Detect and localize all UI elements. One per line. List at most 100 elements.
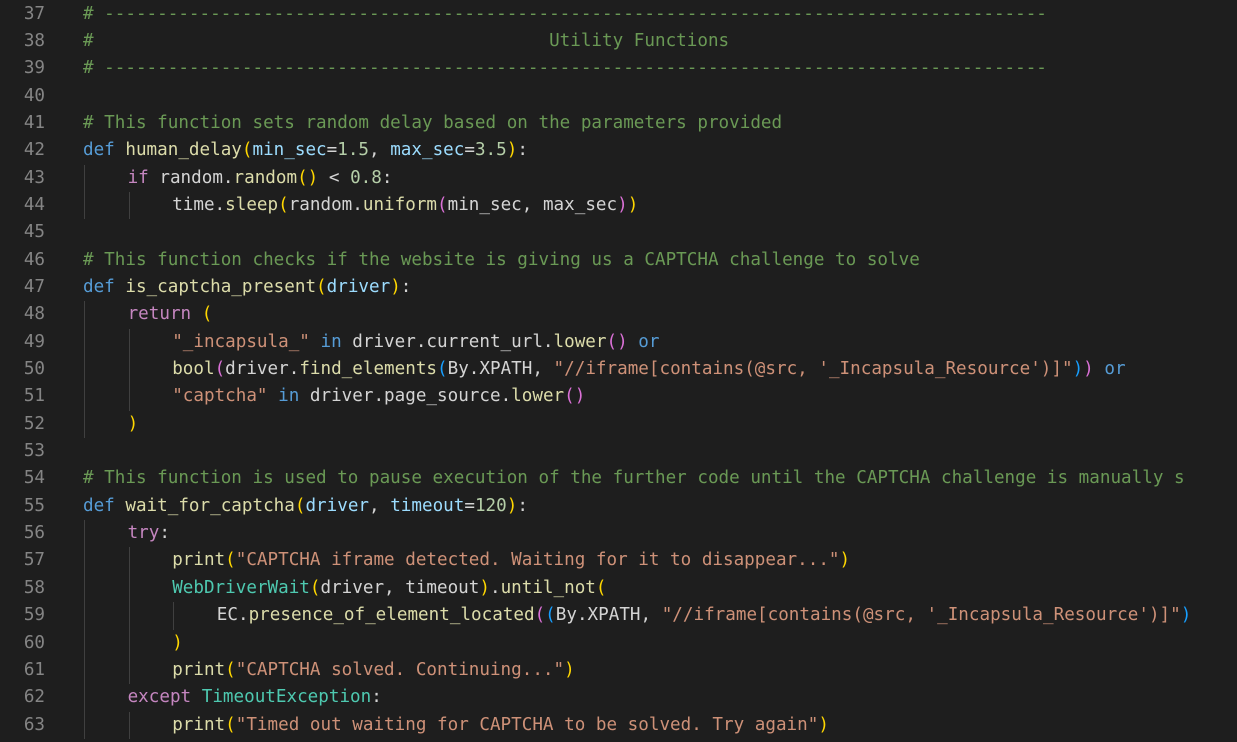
code-line[interactable]: 57 print("CAPTCHA iframe detected. Waitin…: [0, 547, 1237, 575]
indent-guide: [84, 164, 85, 192]
code-line[interactable]: 62 except TimeoutException:: [0, 684, 1237, 712]
code-token: TimeoutException: [201, 687, 372, 708]
code-line[interactable]: 52): [0, 410, 1237, 439]
code-token: human_delay: [125, 140, 242, 161]
code-token: ): [818, 714, 829, 735]
code-token: (: [534, 605, 546, 626]
code-line[interactable]: 37 # ------------------------------------…: [0, 1, 1237, 28]
code-token: 120: [474, 495, 507, 516]
indent-guide: [173, 602, 175, 630]
code-token: "captcha": [172, 386, 268, 407]
indent-guide: [84, 629, 85, 657]
line-number: 57: [23, 550, 45, 571]
code-line[interactable]: 60): [0, 629, 1237, 657]
code-text: print("CAPTCHA iframe detected. Waiting …: [172, 547, 850, 574]
code-token: (: [278, 195, 289, 215]
code-token: min_sec, max_sec: [447, 195, 618, 215]
indent-guide: [84, 711, 85, 739]
code-token: (: [214, 359, 226, 380]
indent-guide: [84, 602, 85, 630]
code-token: random.: [288, 195, 363, 215]
code-token: (: [309, 577, 321, 598]
code-token: random: [233, 167, 298, 188]
code-token: # --------------------------------------…: [83, 58, 1047, 79]
code-token: print: [172, 550, 226, 571]
code-text: "captcha" in driver.page_source.lower(): [172, 383, 585, 410]
code-token: ,: [369, 495, 391, 516]
code-token: :: [400, 277, 412, 298]
code-line[interactable]: 61 print("CAPTCHA solved. Continuing..."): [0, 656, 1237, 685]
code-token: driver: [326, 277, 391, 298]
code-token: :: [517, 140, 528, 161]
code-text: if random.random() < 0.8:: [128, 165, 393, 192]
code-token: min_sec: [252, 140, 327, 161]
code-token: =: [326, 140, 338, 161]
code-token: :: [517, 495, 528, 516]
code-token: in: [320, 331, 342, 352]
indent-guide: [128, 656, 130, 685]
code-token: random.: [148, 167, 234, 188]
code-token: driver.current_url.: [341, 331, 554, 352]
code-text: # This function checks if the website is…: [83, 247, 920, 274]
code-token: (: [201, 304, 213, 325]
code-line[interactable]: 41 # This function sets random delay base…: [0, 110, 1237, 137]
code-line[interactable]: 49 "_incapsula_" in driver.current_url.lo…: [0, 328, 1237, 357]
line-number: 61: [23, 659, 45, 680]
line-number: 55: [23, 495, 45, 516]
code-line[interactable]: 63 print("Timed out waiting for CAPTCHA t…: [0, 711, 1237, 739]
code-token: ): [506, 140, 518, 161]
code-token: (): [564, 386, 586, 407]
code-token: ): [1083, 359, 1094, 380]
code-text: print("CAPTCHA solved. Continuing..."): [172, 657, 575, 684]
line-number: 46: [23, 249, 45, 270]
code-text: # This function is used to pause executi…: [83, 465, 1185, 492]
code-line[interactable]: 51 "captcha" in driver.page_source.lower(…: [0, 383, 1237, 411]
code-line[interactable]: 47 def is_captcha_present(driver):: [0, 274, 1237, 301]
code-token: timeout: [390, 495, 465, 516]
code-token: lower: [511, 386, 565, 407]
code-token: ): [390, 277, 401, 298]
line-number: 47: [23, 277, 45, 298]
code-line[interactable]: 48 return (: [0, 301, 1237, 329]
line-number: 41: [23, 112, 45, 133]
code-line[interactable]: 39 # ------------------------------------…: [0, 55, 1237, 82]
code-token: ): [1072, 359, 1084, 380]
indent-guide: [128, 629, 130, 657]
code-token: # Utility Functions: [83, 30, 730, 51]
indent-guide: [84, 520, 85, 548]
code-line[interactable]: 59 EC.presence_of_element_located((By.XPA…: [0, 602, 1237, 630]
code-line[interactable]: 45: [0, 219, 1237, 246]
indent-guide: [84, 356, 85, 384]
code-line[interactable]: 40: [0, 83, 1237, 110]
indent-guide: [84, 684, 85, 712]
code-line[interactable]: 58 WebDriverWait(driver, timeout).until_n…: [0, 574, 1237, 603]
line-number: 56: [23, 523, 45, 544]
line-number: 60: [23, 632, 45, 653]
indent-guide: [128, 711, 130, 739]
code-line[interactable]: 46 # This function checks if the website …: [0, 247, 1237, 274]
indent-guide: [84, 301, 85, 329]
code-token: def: [83, 495, 115, 516]
code-line[interactable]: 44 time.sleep(random.uniform(min_sec, max…: [0, 192, 1237, 220]
code-line[interactable]: 55 def wait_for_captcha(driver, timeout=1…: [0, 493, 1237, 520]
code-token: (: [225, 714, 236, 735]
code-line[interactable]: 43 if random.random() < 0.8:: [0, 164, 1237, 192]
indent-guide: [128, 328, 130, 357]
code-token: driver: [305, 495, 370, 516]
code-line[interactable]: 42 def human_delay(min_sec=1.5, max_sec=3…: [0, 137, 1237, 164]
code-line[interactable]: 50 bool(driver.find_elements(By.XPATH, "/…: [0, 356, 1237, 384]
code-token: print: [172, 714, 226, 735]
indent-guide: [128, 547, 130, 575]
code-token: (: [241, 140, 253, 161]
code-line[interactable]: 53: [0, 438, 1237, 465]
code-token: "CAPTCHA iframe detected. Waiting for it…: [235, 550, 840, 571]
code-token: # This function is used to pause executi…: [83, 468, 1185, 489]
code-text: time.sleep(random.uniform(min_sec, max_s…: [172, 192, 638, 219]
code-editor[interactable]: 37 # ------------------------------------…: [0, 0, 1237, 742]
code-token: ): [617, 195, 628, 215]
code-line[interactable]: 56 try:: [0, 520, 1237, 548]
code-line[interactable]: 38 # Utility Functions: [0, 28, 1237, 55]
code-line[interactable]: 54 # This function is used to pause execu…: [0, 465, 1237, 492]
